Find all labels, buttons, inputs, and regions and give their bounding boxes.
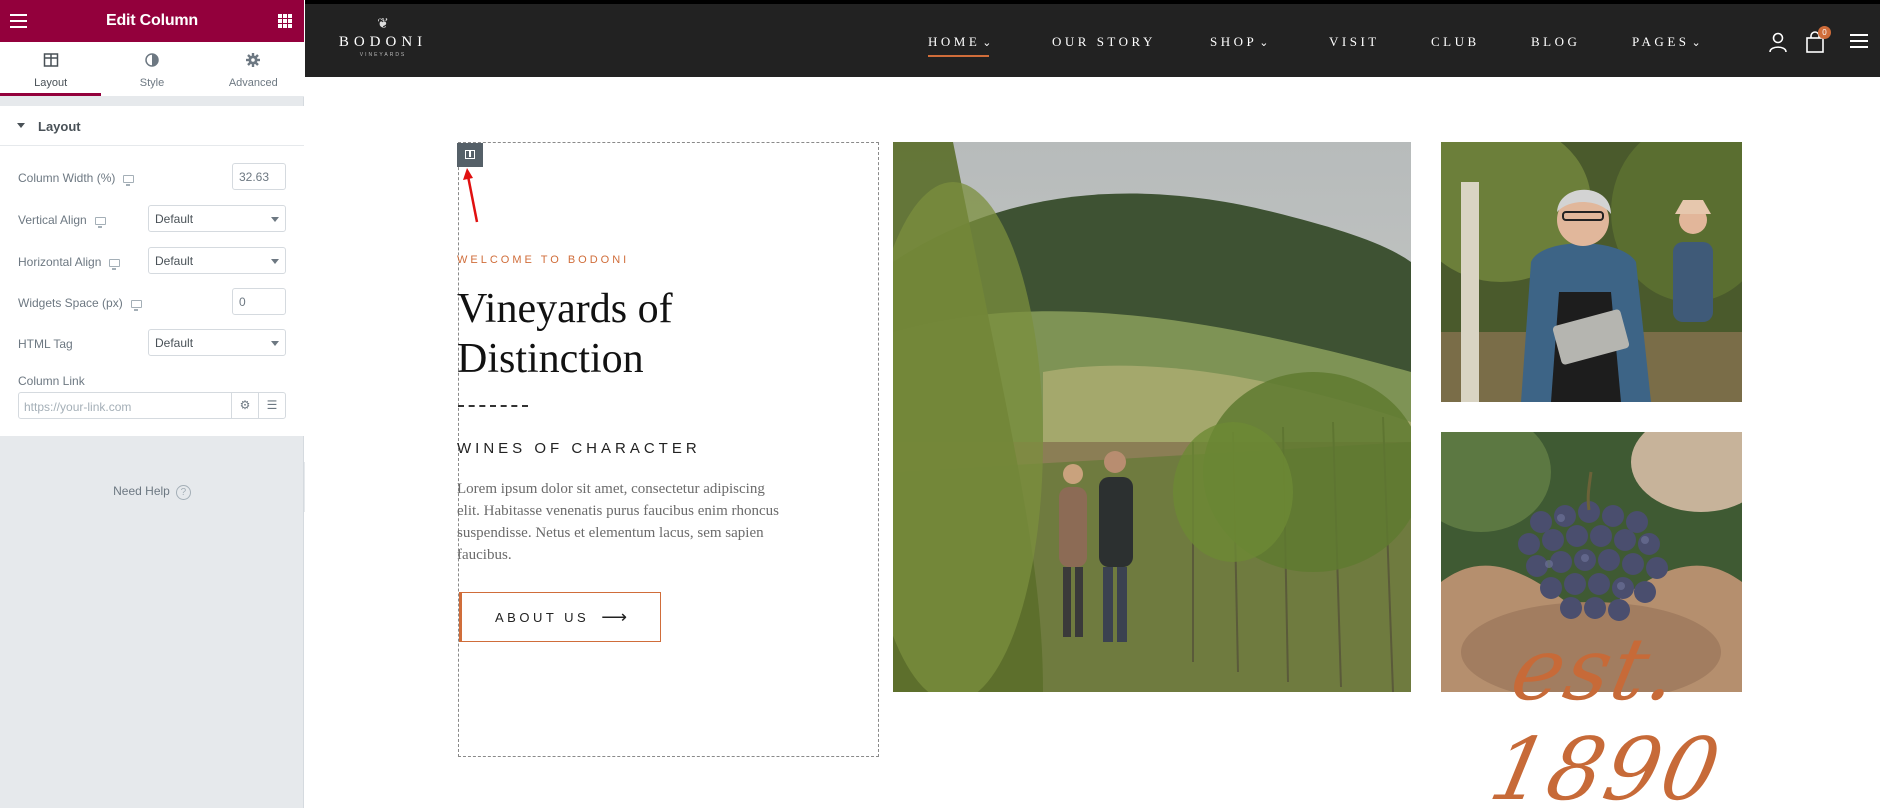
html-tag-control: HTML Tag Default [18, 329, 286, 357]
panel-title: Edit Column [105, 12, 198, 29]
about-us-label: ABOUT US [494, 610, 590, 625]
tab-layout[interactable]: Layout [0, 42, 102, 96]
column-link-label: Column Link [18, 374, 85, 388]
desktop-icon[interactable] [94, 217, 106, 228]
horizontal-align-control: Horizontal Align Default [18, 247, 286, 275]
arrow-right-icon: ⟶ [601, 607, 628, 627]
desktop-icon[interactable] [123, 175, 135, 186]
column-link-field[interactable]: https://your-link.com ⚙ ☰ [18, 392, 286, 419]
about-us-button[interactable]: ABOUT US ⟶ [459, 592, 661, 642]
chevron-down-icon: ⌄ [1691, 37, 1705, 49]
nav-pages[interactable]: PAGES ⌄ [1632, 34, 1704, 50]
chevron-down-icon: ⌄ [982, 37, 995, 49]
dropdown-arrow-icon [271, 259, 279, 264]
tab-advanced[interactable]: Advanced [203, 42, 304, 96]
cart-count-badge: 0 [1818, 26, 1831, 39]
nav-shop[interactable]: SHOP ⌄ [1210, 34, 1272, 50]
hero-subhead: WINES OF CHARACTER [457, 440, 701, 457]
hero-eyebrow: WELCOME TO BODONI [457, 254, 630, 266]
layout-section: Layout Column Width (%) 32.63 Vertical A… [0, 106, 304, 436]
site-header: ❦ BODONI VINEYARDS HOME ⌄ OUR STORY SHOP ⌄… [305, 4, 1880, 77]
cart-button[interactable]: 0 [1805, 26, 1831, 53]
dropdown-arrow-icon [271, 217, 279, 222]
vertical-align-select[interactable]: Default [148, 205, 286, 232]
html-tag-select[interactable]: Default [148, 329, 286, 356]
column-width-control: Column Width (%) 32.63 [18, 163, 286, 191]
nav-home[interactable]: HOME ⌄ [928, 34, 995, 57]
dropdown-arrow-icon [271, 341, 279, 346]
link-options-gear-icon[interactable]: ⚙ [231, 393, 258, 418]
red-arrow-annotation [463, 168, 479, 223]
user-icon[interactable] [1767, 31, 1789, 53]
widgets-space-control: Widgets Space (px) 0 [18, 288, 286, 316]
contrast-icon [145, 53, 159, 67]
columns-icon [43, 53, 58, 67]
horizontal-align-label: Horizontal Align [18, 255, 102, 269]
vertical-align-value: Default [155, 212, 194, 226]
dynamic-tags-icon[interactable]: ☰ [258, 393, 285, 418]
column-width-input[interactable]: 32.63 [232, 163, 286, 190]
section-label: Layout [38, 119, 81, 134]
widgets-grid-icon[interactable] [278, 14, 292, 28]
hero-headline: Vineyards of Distinction [457, 286, 673, 382]
column-icon [465, 150, 475, 159]
crest-icon: ❦ [377, 15, 389, 31]
need-help-link[interactable]: Need Help? [0, 484, 304, 500]
column-edit-handle[interactable] [457, 143, 483, 167]
column-width-label: Column Width (%) [18, 171, 116, 185]
winemaker-photo [1441, 142, 1742, 402]
layout-section-header[interactable]: Layout [0, 106, 304, 146]
html-tag-value: Default [155, 336, 194, 350]
vertical-align-label: Vertical Align [18, 213, 87, 227]
logo-name: BODONI [338, 34, 428, 50]
established-script: est. 1890 [1481, 620, 1730, 808]
nav-club[interactable]: CLUB [1431, 34, 1480, 50]
desktop-icon[interactable] [130, 300, 142, 311]
vertical-align-control: Vertical Align Default [18, 205, 286, 233]
widgets-space-input[interactable]: 0 [232, 288, 286, 315]
hero-divider [458, 405, 528, 407]
nav-our-story[interactable]: OUR STORY [1052, 34, 1156, 50]
panel-tabs: Layout Style Advanced [0, 42, 304, 97]
tab-layout-label: Layout [34, 77, 68, 89]
caret-down-icon [17, 123, 25, 128]
vineyard-couple-photo [893, 142, 1411, 692]
site-logo[interactable]: ❦ BODONI VINEYARDS [333, 14, 433, 72]
horizontal-align-select[interactable]: Default [148, 247, 286, 274]
help-icon: ? [175, 485, 191, 500]
column-link-input[interactable]: https://your-link.com [24, 400, 131, 414]
editor-panel: Edit Column Layout Style Advanced Layout… [0, 0, 304, 808]
hero-body-text: Lorem ipsum dolor sit amet, consectetur … [457, 481, 780, 563]
offcanvas-menu-icon[interactable] [1850, 34, 1868, 48]
site-preview: ❦ BODONI VINEYARDS HOME ⌄ OUR STORY SHOP ⌄… [305, 0, 1880, 808]
desktop-icon[interactable] [109, 259, 121, 270]
tab-advanced-label: Advanced [228, 77, 278, 89]
horizontal-align-value: Default [155, 254, 194, 268]
tab-style[interactable]: Style [101, 42, 202, 96]
panel-header: Edit Column [0, 0, 304, 42]
need-help-label: Need Help [113, 484, 170, 498]
gear-icon [246, 53, 261, 67]
nav-blog[interactable]: BLOG [1531, 34, 1580, 50]
tab-style-label: Style [139, 77, 165, 89]
chevron-down-icon: ⌄ [1259, 37, 1272, 49]
logo-sub: VINEYARDS [359, 52, 407, 58]
column-link-control: Column Link [18, 366, 286, 394]
html-tag-label: HTML Tag [18, 337, 73, 351]
widgets-space-label: Widgets Space (px) [18, 296, 123, 310]
nav-visit[interactable]: VISIT [1329, 34, 1380, 50]
